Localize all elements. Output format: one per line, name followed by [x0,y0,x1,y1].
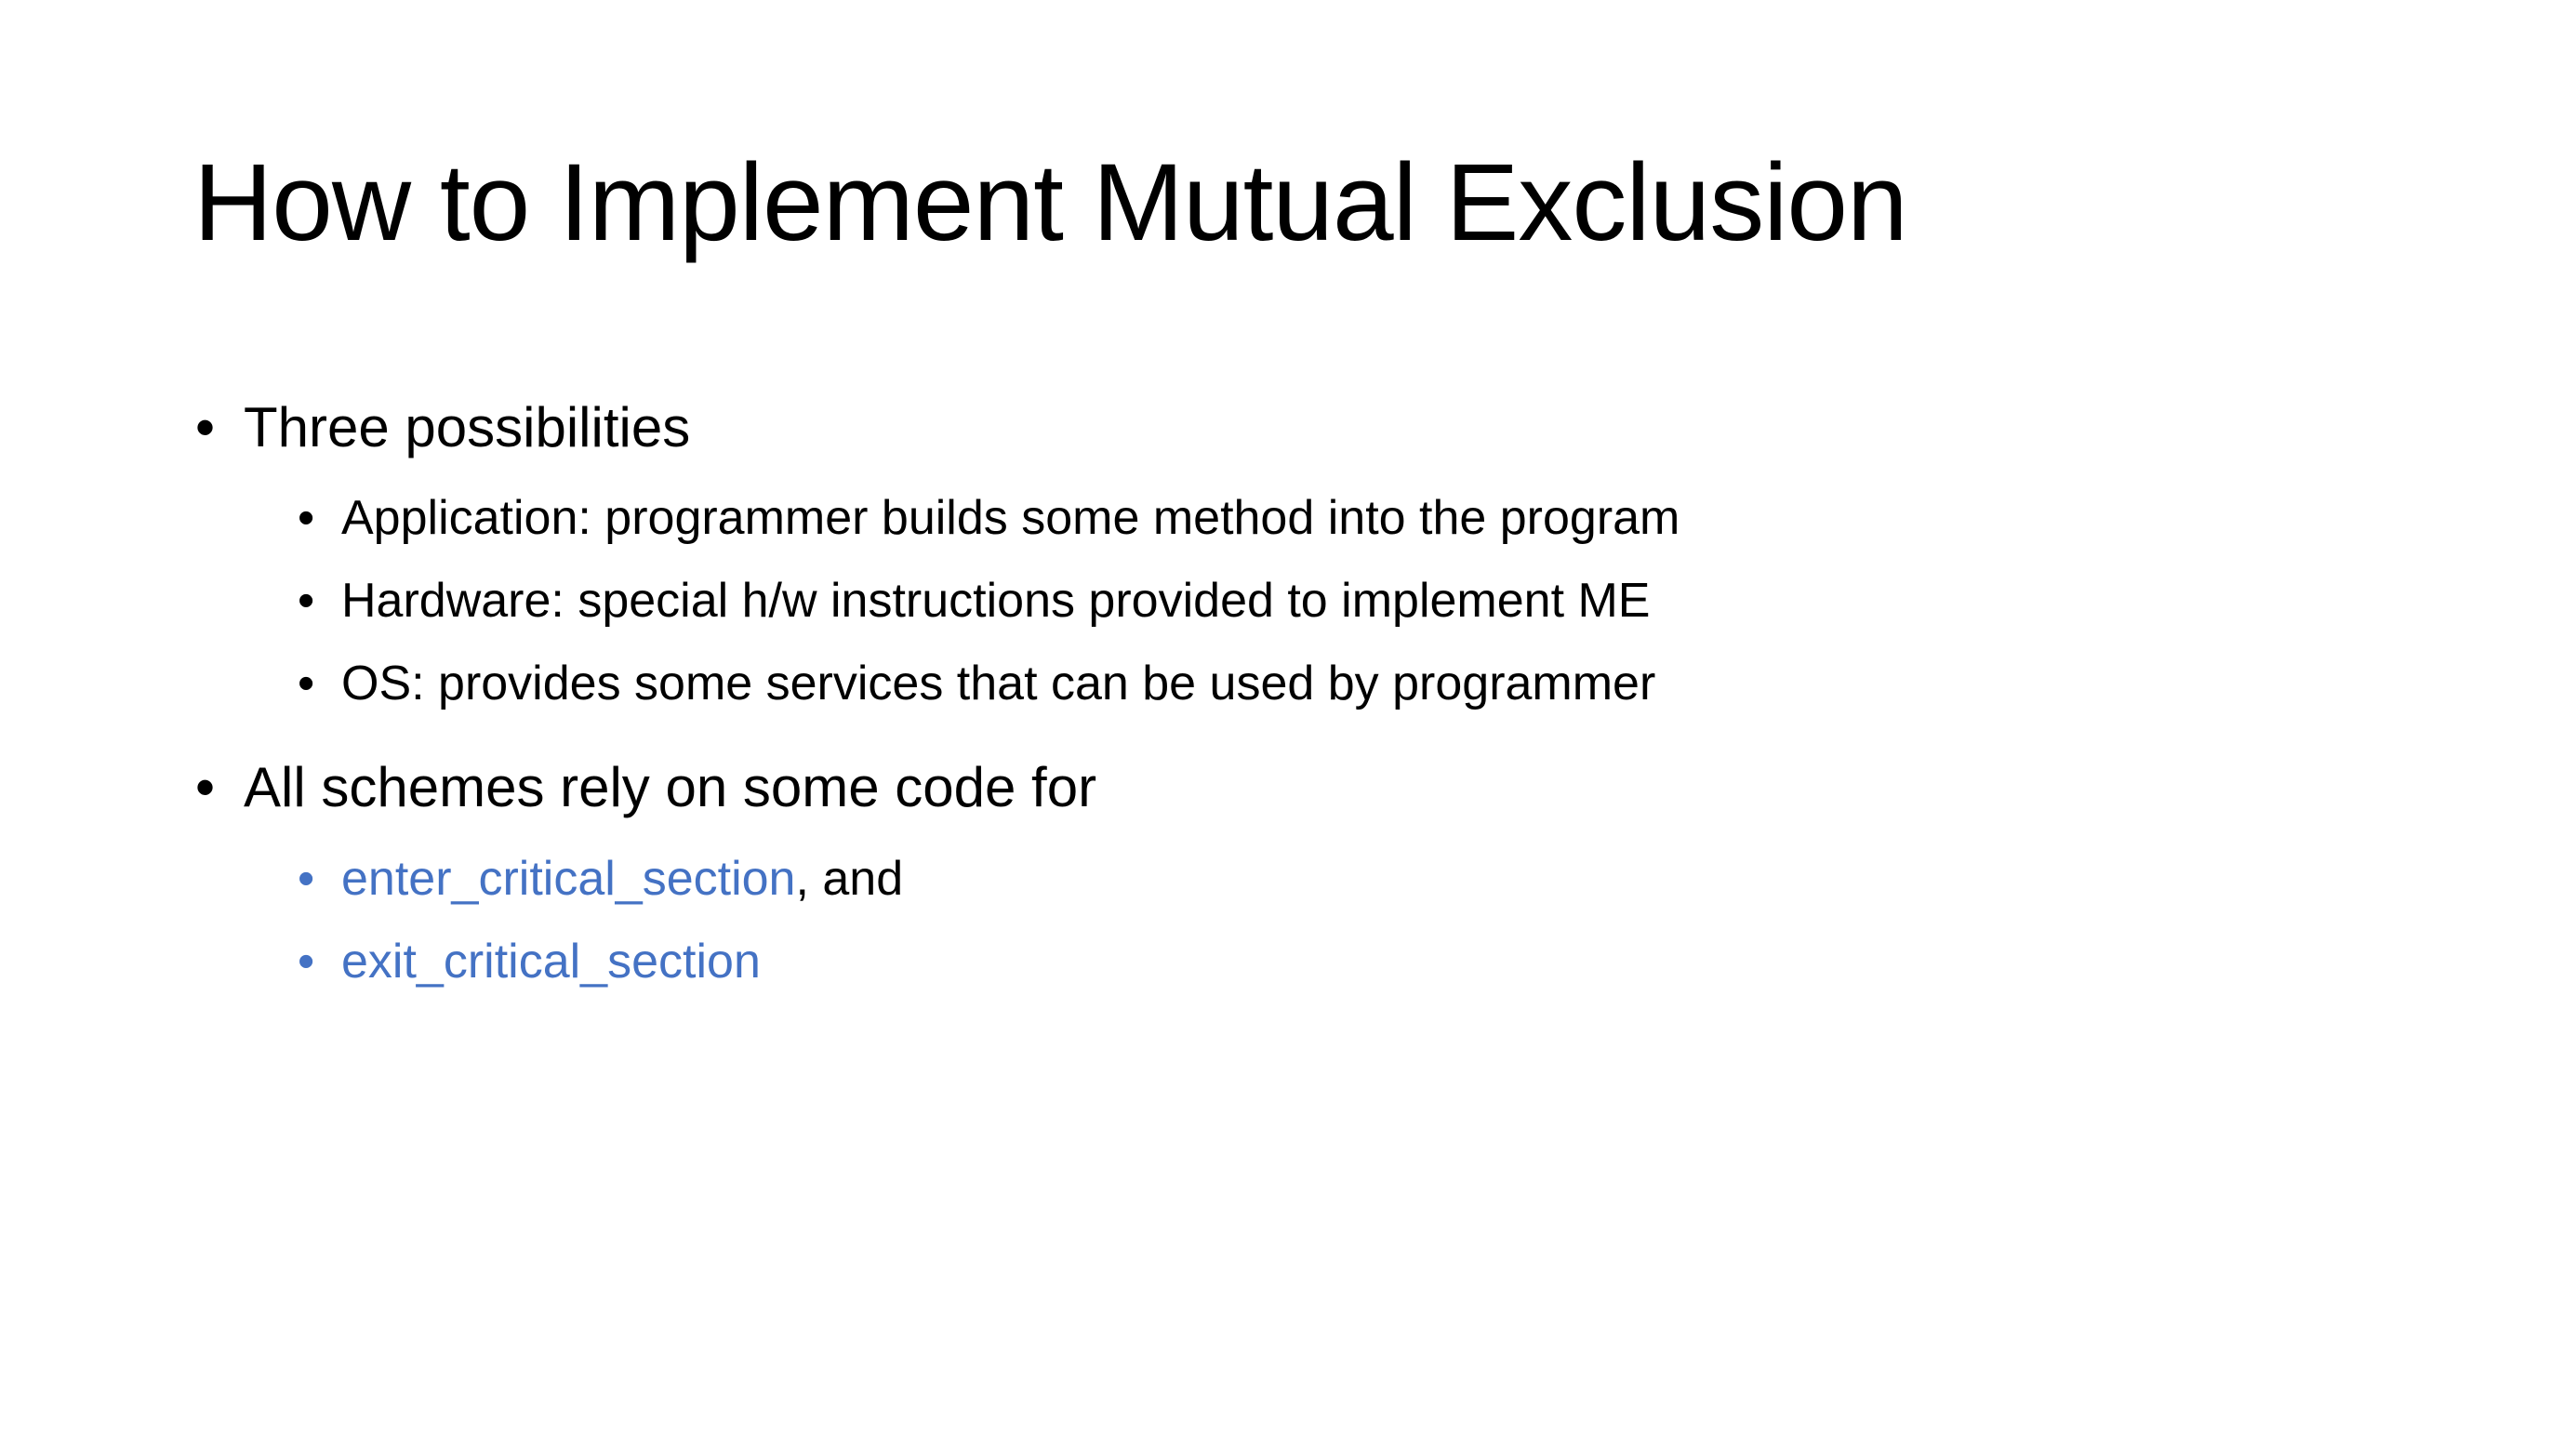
function-name-exit: exit_critical_section [341,935,761,989]
bullet-icon: • [298,574,315,628]
bullet-level2: • Application: programmer builds some met… [298,490,1680,546]
bullet-text: OS: provides some services that can be u… [341,657,1656,710]
function-name-enter: enter_critical_section [341,852,796,906]
bullet-level2: • OS: provides some services that can be … [298,656,1655,711]
bullet-text: Three possibilities [244,396,691,458]
bullet-level2: • exit_critical_section [298,934,761,989]
slide-title: How to Implement Mutual Exclusion [193,141,1908,264]
bullet-level2: • Hardware: special h/w instructions prov… [298,573,1650,629]
bullet-icon: • [298,935,315,989]
bullet-level1: • All schemes rely on some code for [195,755,1096,819]
bullet-icon: • [195,756,216,818]
bullet-text: All schemes rely on some code for [244,756,1097,818]
bullet-icon: • [298,657,315,710]
bullet-icon: • [298,491,315,545]
bullet-icon: • [195,396,216,458]
bullet-icon: • [298,852,315,906]
bullet-suffix: , and [795,852,904,906]
bullet-text: Hardware: special h/w instructions provi… [341,574,1651,628]
bullet-text: Application: programmer builds some meth… [341,491,1680,545]
bullet-level2: • enter_critical_section, and [298,851,903,907]
bullet-level1: • Three possibilities [195,395,690,459]
